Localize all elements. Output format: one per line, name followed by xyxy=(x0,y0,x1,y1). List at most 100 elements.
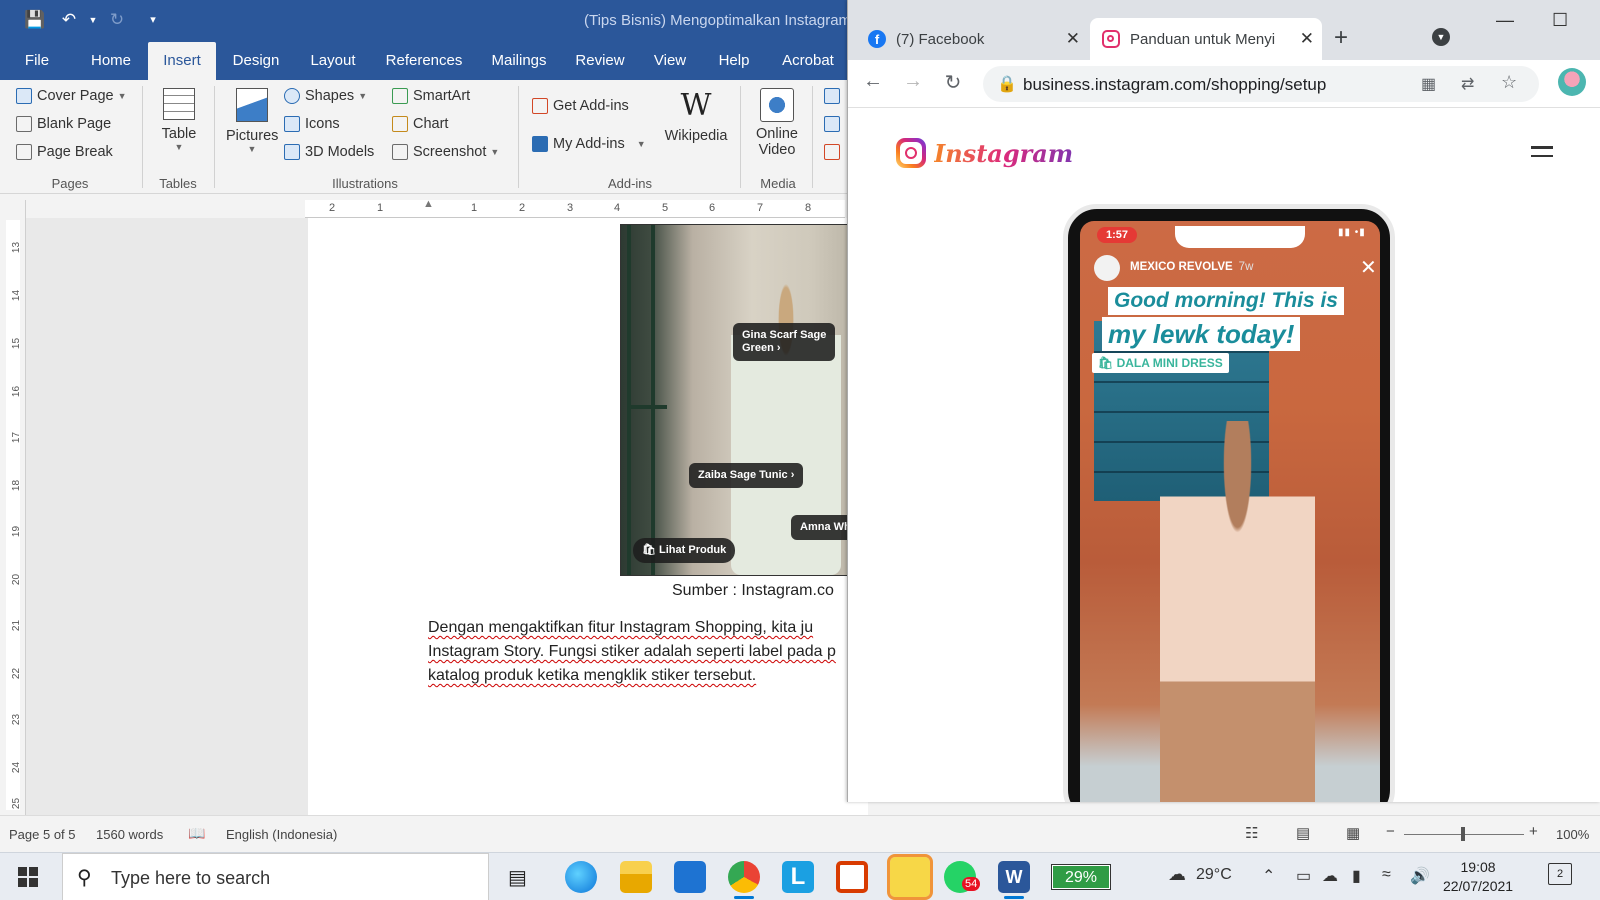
undo-dropdown-icon[interactable]: ▼ xyxy=(82,9,104,31)
whatsapp-icon[interactable]: 54 xyxy=(944,861,981,893)
qr-code-icon[interactable]: ▦ xyxy=(1421,74,1436,94)
bookmark-star-icon[interactable]: ☆ xyxy=(1501,72,1517,93)
language-status[interactable]: English (Indonesia) xyxy=(226,827,337,842)
links-button[interactable] xyxy=(824,88,845,104)
tab-layout[interactable]: Layout xyxy=(303,42,363,80)
page-break-button[interactable]: Page Break xyxy=(16,144,113,160)
tab-review[interactable]: Review xyxy=(570,42,630,80)
redo-icon[interactable]: ↻ xyxy=(106,9,128,31)
browser-tab-facebook[interactable]: f (7) Facebook ✕ xyxy=(856,18,1088,60)
task-view-icon[interactable]: ▤ xyxy=(508,865,527,890)
forward-icon[interactable]: → xyxy=(900,70,926,93)
weather-icon[interactable]: ☁ xyxy=(1168,864,1186,885)
wikipedia-button[interactable]: W Wikipedia xyxy=(658,88,734,144)
tab-help[interactable]: Help xyxy=(710,42,758,80)
taskbar-search[interactable]: ⚲ Type here to search xyxy=(62,853,489,900)
blank-page-button[interactable]: Blank Page xyxy=(16,116,111,132)
wifi-icon[interactable]: ≈ xyxy=(1382,866,1391,884)
tab-home[interactable]: Home xyxy=(80,42,142,80)
edge-icon[interactable] xyxy=(565,861,597,893)
indent-marker[interactable]: ▲ xyxy=(423,198,434,210)
cross-reference-button[interactable] xyxy=(824,144,845,160)
3d-models-button[interactable]: 3D Models xyxy=(284,144,374,160)
chrome-taskbar-icon[interactable] xyxy=(728,861,760,899)
pictures-button[interactable]: Pictures ▼ xyxy=(226,88,278,154)
save-icon[interactable]: 💾 xyxy=(24,9,46,31)
chevron-up-icon[interactable]: ⌃ xyxy=(1262,866,1275,886)
minimize-icon[interactable]: — xyxy=(1496,10,1514,31)
web-layout-icon[interactable]: ▦ xyxy=(1346,824,1360,842)
device-icon[interactable]: ▭ xyxy=(1296,866,1311,886)
word-taskbar-icon[interactable]: W xyxy=(998,861,1030,899)
document-page[interactable]: Gina Scarf Sage Green › Zaiba Sage Tunic … xyxy=(308,218,868,815)
file-explorer-icon[interactable] xyxy=(620,861,652,893)
smartart-button[interactable]: SmartArt xyxy=(392,88,470,104)
address-bar[interactable]: 🔒 business.instagram.com/shopping/setup … xyxy=(983,66,1539,102)
table-button[interactable]: Table ▼ xyxy=(158,88,200,152)
notification-center-icon[interactable]: 2 xyxy=(1548,863,1572,885)
start-button[interactable] xyxy=(18,867,38,887)
zoom-out-icon[interactable]: − xyxy=(1386,823,1395,840)
online-video-button[interactable]: Online Video xyxy=(752,88,802,158)
browser-tab-instagram[interactable]: Panduan untuk Menyi ✕ xyxy=(1090,18,1322,60)
zoom-slider-thumb[interactable] xyxy=(1461,827,1465,841)
screenshot-button[interactable]: Screenshot ▼ xyxy=(392,144,499,160)
cloud-error-icon[interactable]: ☁ xyxy=(1322,866,1338,886)
tab-acrobat[interactable]: Acrobat xyxy=(774,42,842,80)
lock-icon[interactable]: 🔒 xyxy=(997,74,1017,94)
tab-mailings[interactable]: Mailings xyxy=(484,42,554,80)
tab-insert[interactable]: Insert xyxy=(148,42,216,80)
sticky-notes-icon[interactable] xyxy=(887,854,933,900)
back-icon[interactable]: ← xyxy=(860,70,886,93)
my-addins-button[interactable]: My Add-ins ▼ xyxy=(532,136,646,152)
tab-strip: f (7) Facebook ✕ Panduan untuk Menyi ✕ +… xyxy=(848,0,1600,68)
battery-percentage[interactable]: 29% xyxy=(1051,864,1111,890)
proofing-icon[interactable]: 📖 xyxy=(188,825,205,842)
l-app-icon[interactable]: L xyxy=(782,861,814,893)
clock[interactable]: 19:08 22/07/2021 xyxy=(1443,858,1513,896)
tab-view[interactable]: View xyxy=(645,42,695,80)
volume-icon[interactable]: 🔊 xyxy=(1410,866,1430,886)
story-text-line-1: Good morning! This is xyxy=(1108,287,1344,315)
battery-icon[interactable]: ▮ xyxy=(1352,866,1361,886)
shapes-button[interactable]: Shapes ▼ xyxy=(284,88,367,104)
page-count[interactable]: Page 5 of 5 xyxy=(9,827,76,842)
product-tag-scarf[interactable]: Gina Scarf Sage Green › xyxy=(733,323,836,361)
view-product-tag[interactable]: 🛍 Lihat Produk xyxy=(633,538,736,563)
temperature[interactable]: 29°C xyxy=(1196,866,1232,884)
customize-qat-icon[interactable]: ▾ xyxy=(142,9,164,31)
mail-icon[interactable] xyxy=(674,861,706,893)
tab-search-icon[interactable]: ▼ xyxy=(1432,28,1450,46)
tab-references[interactable]: References xyxy=(379,42,469,80)
menu-icon[interactable] xyxy=(1531,146,1553,163)
url-text[interactable]: business.instagram.com/shopping/setup xyxy=(1023,75,1326,95)
chart-button[interactable]: Chart xyxy=(392,116,448,132)
product-tag-tunic[interactable]: Zaiba Sage Tunic › xyxy=(689,463,804,488)
word-count[interactable]: 1560 words xyxy=(96,827,163,842)
instagram-logo[interactable]: Instagram xyxy=(896,138,1073,168)
tab-file[interactable]: File xyxy=(14,42,60,80)
read-mode-icon[interactable]: ☷ xyxy=(1245,824,1258,842)
product-photo[interactable]: Gina Scarf Sage Green › Zaiba Sage Tunic … xyxy=(620,224,860,576)
translate-icon[interactable]: ⇄ xyxy=(1461,74,1474,94)
bookmark-icon xyxy=(824,116,840,132)
reload-icon[interactable]: ↻ xyxy=(940,70,966,95)
profile-avatar[interactable] xyxy=(1558,68,1586,96)
close-tab-icon[interactable]: ✕ xyxy=(1066,29,1080,49)
undo-icon[interactable]: ↶ xyxy=(58,9,80,31)
pictures-icon xyxy=(236,88,268,122)
tab-design[interactable]: Design xyxy=(226,42,286,80)
wikipedia-icon: W xyxy=(680,88,712,123)
bookmark-button[interactable] xyxy=(824,116,845,132)
story-account: MEXICO REVOLVE 7w xyxy=(1130,261,1254,273)
close-tab-icon[interactable]: ✕ xyxy=(1300,29,1314,49)
print-layout-icon[interactable]: ▤ xyxy=(1296,824,1310,842)
zoom-in-icon[interactable]: + xyxy=(1529,823,1538,840)
office-icon[interactable] xyxy=(836,861,868,893)
icons-button[interactable]: Icons xyxy=(284,116,340,132)
get-addins-button[interactable]: Get Add-ins xyxy=(532,98,629,114)
maximize-icon[interactable]: ☐ xyxy=(1552,10,1568,31)
zoom-level[interactable]: 100% xyxy=(1556,827,1589,842)
new-tab-button[interactable]: + xyxy=(1334,24,1348,52)
cover-page-button[interactable]: Cover Page ▼ xyxy=(16,88,127,104)
